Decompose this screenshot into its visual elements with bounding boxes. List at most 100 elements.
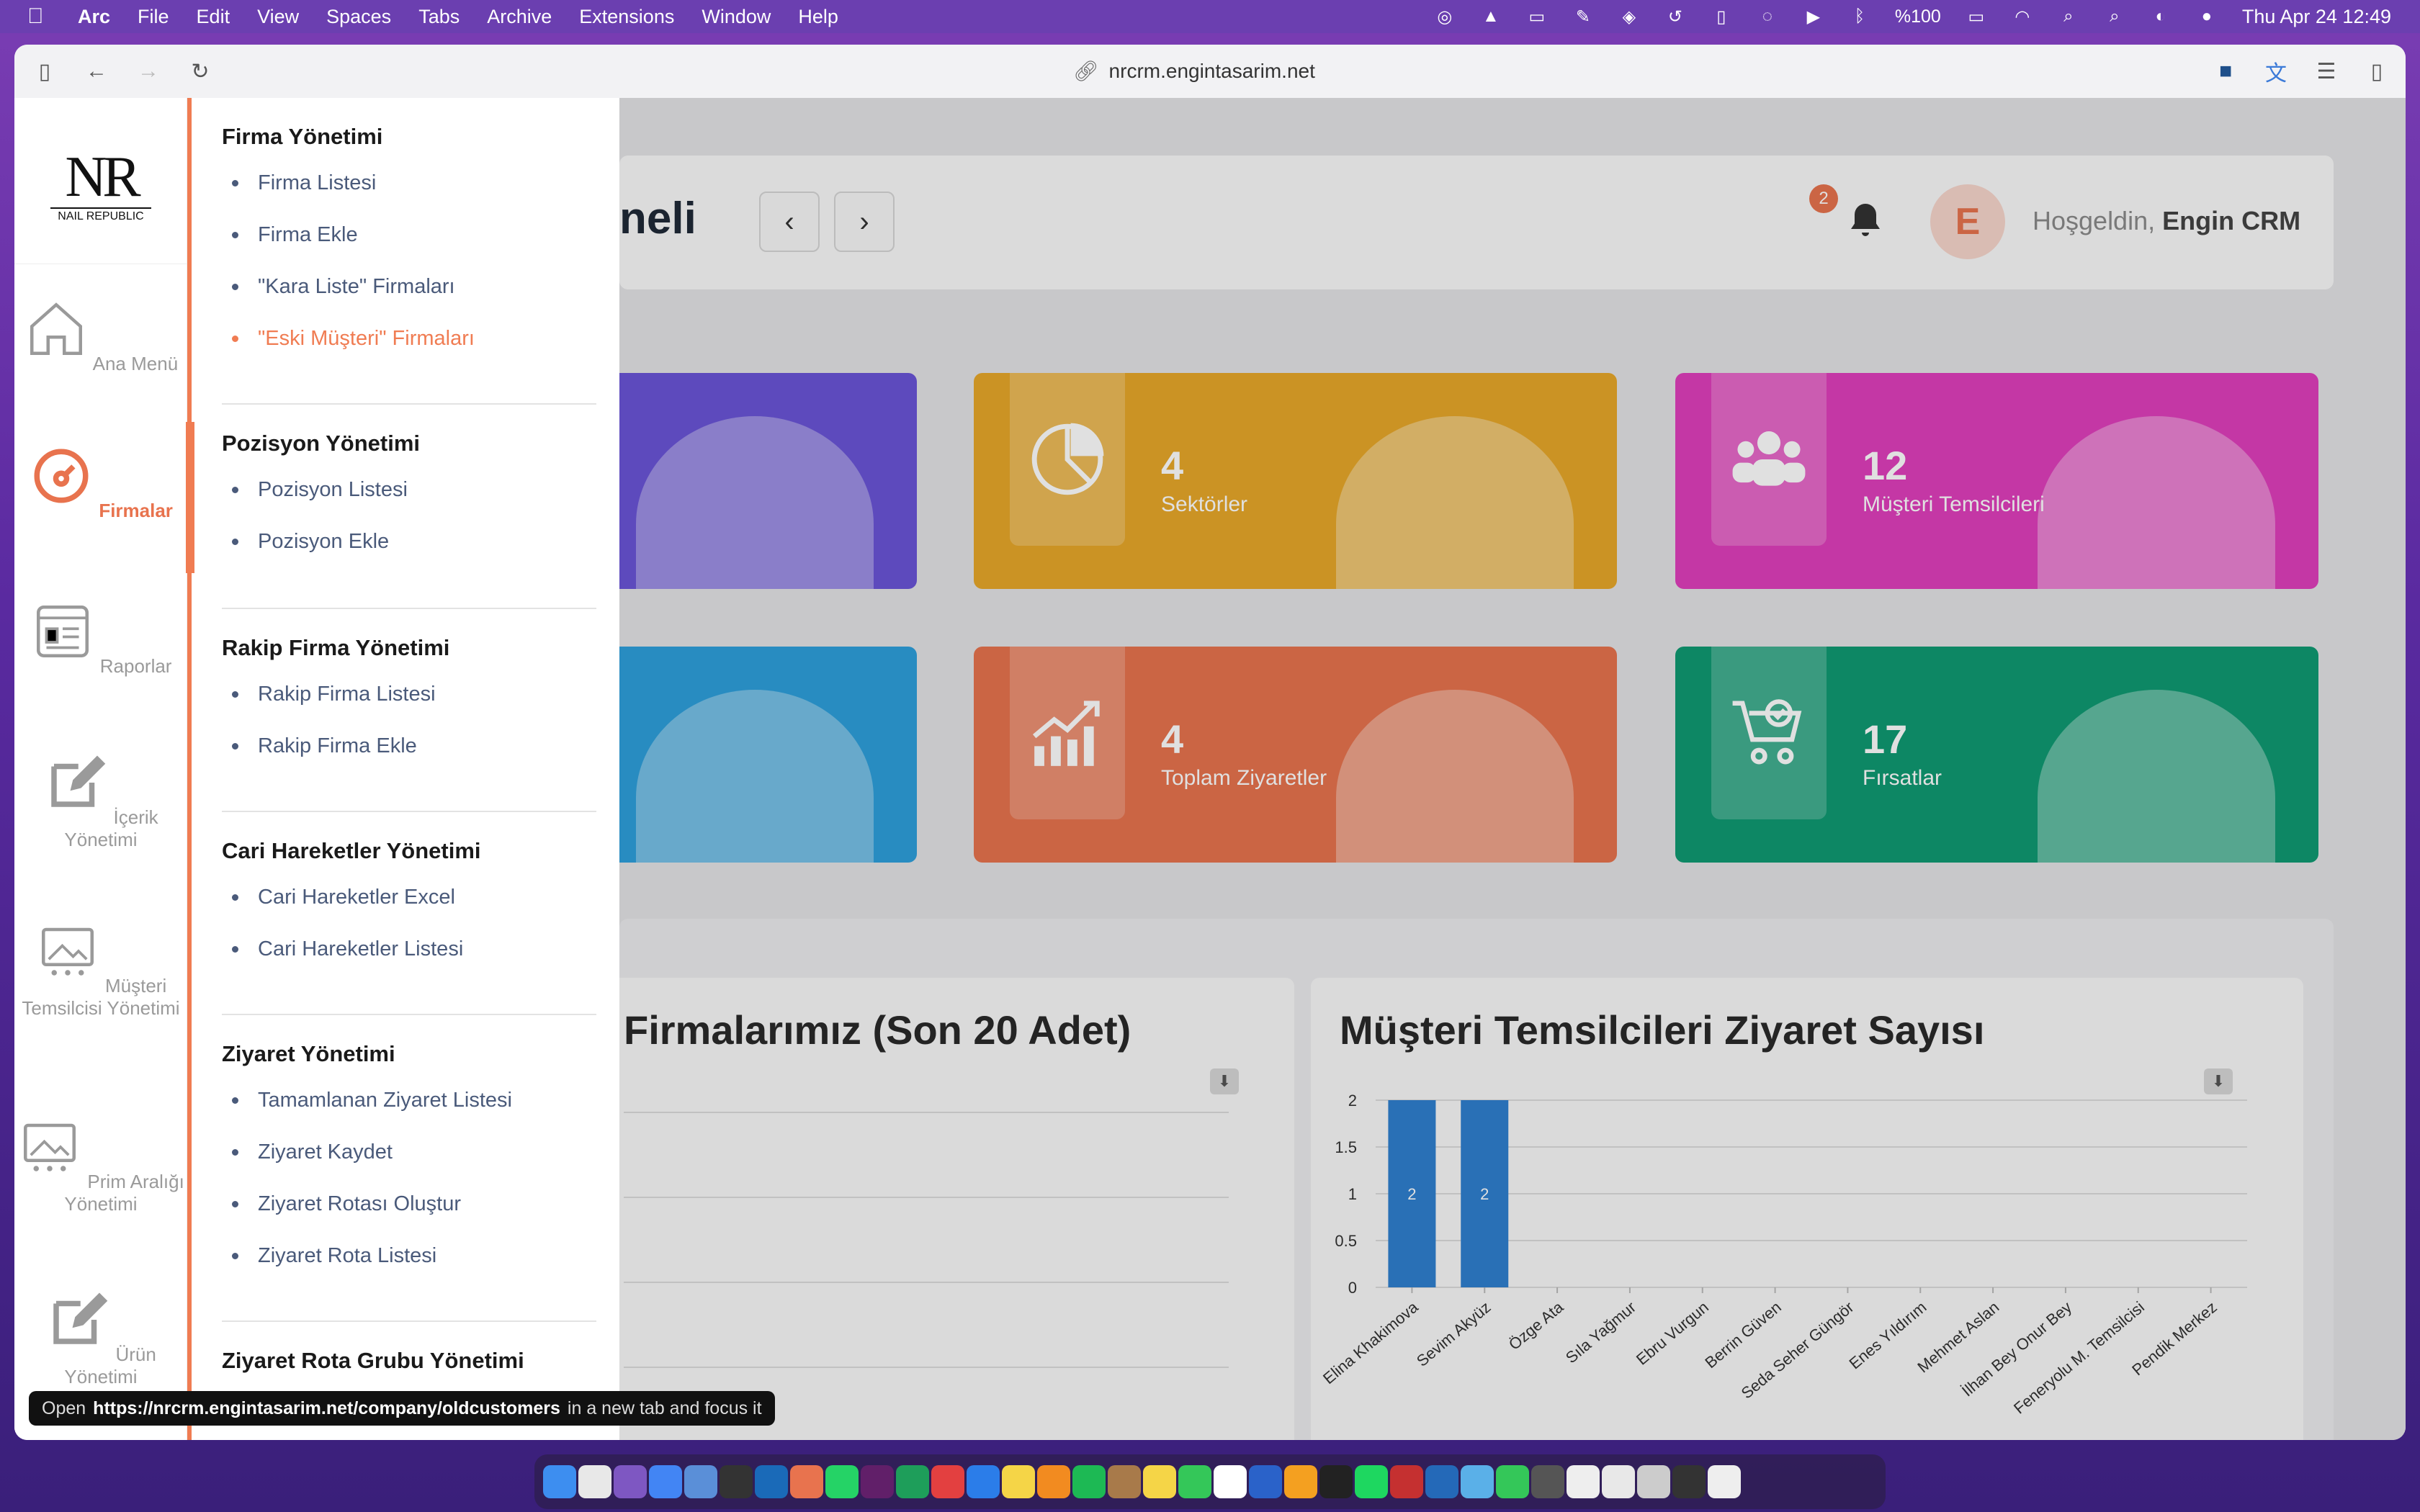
dock-app-icon[interactable] bbox=[1037, 1465, 1070, 1498]
time-machine-icon[interactable]: ↺ bbox=[1664, 6, 1686, 27]
avatar[interactable]: E bbox=[1930, 184, 2005, 259]
dock-app-icon[interactable] bbox=[1214, 1465, 1247, 1498]
next-button[interactable]: › bbox=[834, 192, 895, 252]
menu-app-name[interactable]: Arc bbox=[78, 6, 110, 28]
battery-icon[interactable]: ▭ bbox=[1966, 6, 1987, 27]
sidebar-item-content[interactable]: İçerik Yönetimi bbox=[14, 750, 187, 851]
bluetooth-icon[interactable]: ᛒ bbox=[1849, 6, 1870, 27]
menu-link-transactions-excel[interactable]: Cari Hareketler Excel bbox=[222, 883, 596, 935]
display-icon[interactable]: ▯ bbox=[1711, 6, 1732, 27]
dock-app-icon[interactable] bbox=[861, 1465, 894, 1498]
menu-window[interactable]: Window bbox=[702, 6, 771, 28]
menu-archive[interactable]: Archive bbox=[487, 6, 552, 28]
stat-card-visits[interactable]: 4 Toplam Ziyaretler bbox=[974, 647, 1617, 863]
menu-link-save-visit[interactable]: Ziyaret Kaydet bbox=[222, 1138, 596, 1189]
control-center-icon[interactable]: ◐ bbox=[2150, 6, 2172, 27]
airdrop-icon[interactable]: ◌ bbox=[1757, 6, 1778, 27]
dock-app-icon[interactable] bbox=[578, 1465, 611, 1498]
menu-view[interactable]: View bbox=[257, 6, 299, 28]
dock-app-icon[interactable] bbox=[1002, 1465, 1035, 1498]
dock-app-icon[interactable] bbox=[790, 1465, 823, 1498]
menu-tabs[interactable]: Tabs bbox=[418, 6, 460, 28]
menu-link-add-company[interactable]: Firma Ekle bbox=[222, 220, 596, 272]
menu-link-transactions-list[interactable]: Cari Hareketler Listesi bbox=[222, 935, 596, 986]
dock-app-icon[interactable] bbox=[684, 1465, 717, 1498]
sidebar-item-representatives[interactable]: Müşteri Temsilcisi Yönetimi bbox=[14, 919, 187, 1020]
logo[interactable]: NR NAIL REPUBLIC bbox=[50, 148, 151, 222]
dock-app-icon[interactable] bbox=[1637, 1465, 1670, 1498]
back-icon[interactable]: ← bbox=[82, 57, 111, 86]
dock-app-icon[interactable] bbox=[1249, 1465, 1282, 1498]
url-bar[interactable]: 🔗︎ nrcrm.engintasarim.net bbox=[1073, 59, 1315, 83]
forward-icon[interactable]: → bbox=[134, 57, 163, 86]
menu-link-route-list[interactable]: Ziyaret Rota Listesi bbox=[222, 1241, 596, 1293]
download-icon[interactable]: ⬇ bbox=[1210, 1068, 1239, 1094]
menu-link-competitor-list[interactable]: Rakip Firma Listesi bbox=[222, 680, 596, 732]
dock-app-icon[interactable] bbox=[720, 1465, 753, 1498]
dock-app-icon[interactable] bbox=[755, 1465, 788, 1498]
sidebar-item-reports[interactable]: Raporlar bbox=[14, 599, 187, 678]
dock-app-icon[interactable] bbox=[649, 1465, 682, 1498]
openai-icon[interactable]: ◎ bbox=[1434, 6, 1456, 27]
menu-extensions[interactable]: Extensions bbox=[579, 6, 674, 28]
dock-app-icon[interactable] bbox=[1461, 1465, 1494, 1498]
menu-link-old-customers[interactable]: "Eski Müşteri" Firmaları bbox=[222, 324, 596, 376]
clock[interactable]: Thu Apr 24 12:49 bbox=[2242, 6, 2391, 28]
spotlight-search-icon[interactable]: ⌕ bbox=[2058, 6, 2079, 27]
menu-link-add-competitor[interactable]: Rakip Firma Ekle bbox=[222, 732, 596, 783]
stat-card-sectors[interactable]: 4 Sektörler bbox=[974, 373, 1617, 589]
menu-link-add-position[interactable]: Pozisyon Ekle bbox=[222, 527, 596, 579]
menu-link-completed-visits[interactable]: Tamamlanan Ziyaret Listesi bbox=[222, 1086, 596, 1138]
menu-link-create-route[interactable]: Ziyaret Rotası Oluştur bbox=[222, 1189, 596, 1241]
dock-app-icon[interactable] bbox=[1355, 1465, 1388, 1498]
sidebar-item-products[interactable]: Ürün Yönetimi bbox=[14, 1287, 187, 1388]
dock-app-icon[interactable] bbox=[1602, 1465, 1635, 1498]
dock-app-icon[interactable] bbox=[1531, 1465, 1564, 1498]
bell-icon[interactable] bbox=[1844, 199, 1887, 245]
previous-button[interactable]: ‹ bbox=[759, 192, 820, 252]
dock-app-icon[interactable] bbox=[1143, 1465, 1176, 1498]
settings-sliders-icon[interactable]: ☰ bbox=[2312, 57, 2341, 86]
dock-app-icon[interactable] bbox=[1319, 1465, 1353, 1498]
sidebar-toggle-icon[interactable]: ▯ bbox=[30, 57, 59, 86]
menu-link-company-list[interactable]: Firma Listesi bbox=[222, 168, 596, 220]
menu-edit[interactable]: Edit bbox=[197, 6, 230, 28]
sidebar-item-home[interactable]: Ana Menü bbox=[14, 297, 187, 375]
dock-app-icon[interactable] bbox=[931, 1465, 964, 1498]
search-icon[interactable]: ⌕ bbox=[2104, 6, 2125, 27]
apple-menu-icon[interactable]:  bbox=[27, 4, 56, 29]
menu-spaces[interactable]: Spaces bbox=[326, 6, 391, 28]
wifi-icon[interactable]: ◠ bbox=[2012, 6, 2033, 27]
reload-icon[interactable]: ↻ bbox=[186, 57, 215, 86]
dock-app-icon[interactable] bbox=[1108, 1465, 1141, 1498]
dock-app-icon[interactable] bbox=[967, 1465, 1000, 1498]
menu-help[interactable]: Help bbox=[798, 6, 838, 28]
layers-icon[interactable]: ◈ bbox=[1618, 6, 1640, 27]
sidebar-item-companies[interactable]: Firmalar bbox=[14, 444, 187, 522]
extension-icon[interactable]: ■ bbox=[2211, 57, 2240, 86]
stat-card-representatives[interactable]: 12 Müşteri Temsilcileri bbox=[1675, 373, 2318, 589]
dock-app-icon[interactable] bbox=[614, 1465, 647, 1498]
translate-icon[interactable]: 文 bbox=[2262, 57, 2290, 86]
dock-app-icon[interactable] bbox=[1178, 1465, 1211, 1498]
split-view-icon[interactable]: ▯ bbox=[2362, 57, 2391, 86]
dock-app-icon[interactable] bbox=[1708, 1465, 1741, 1498]
monitor-icon[interactable]: ▭ bbox=[1526, 6, 1548, 27]
dock-app-icon[interactable] bbox=[1567, 1465, 1600, 1498]
drive-icon[interactable]: ▲ bbox=[1480, 6, 1502, 27]
menu-file[interactable]: File bbox=[138, 6, 169, 28]
dock-app-icon[interactable] bbox=[1672, 1465, 1706, 1498]
play-icon[interactable]: ▶ bbox=[1803, 6, 1824, 27]
dock-app-icon[interactable] bbox=[1390, 1465, 1423, 1498]
dock-app-icon[interactable] bbox=[825, 1465, 859, 1498]
menu-link-position-list[interactable]: Pozisyon Listesi bbox=[222, 475, 596, 527]
stat-card-opportunities[interactable]: 17 Fırsatlar bbox=[1675, 647, 2318, 863]
dock-app-icon[interactable] bbox=[1425, 1465, 1458, 1498]
menu-link-blacklist[interactable]: "Kara Liste" Firmaları bbox=[222, 272, 596, 324]
dock-app-icon[interactable] bbox=[1496, 1465, 1529, 1498]
sidebar-item-bonus-ranges[interactable]: Prim Aralığı Yönetimi bbox=[14, 1115, 187, 1215]
dock-app-icon[interactable] bbox=[1284, 1465, 1317, 1498]
tools-icon[interactable]: ✎ bbox=[1572, 6, 1594, 27]
dock-app-icon[interactable] bbox=[543, 1465, 576, 1498]
siri-icon[interactable]: ● bbox=[2196, 6, 2218, 27]
